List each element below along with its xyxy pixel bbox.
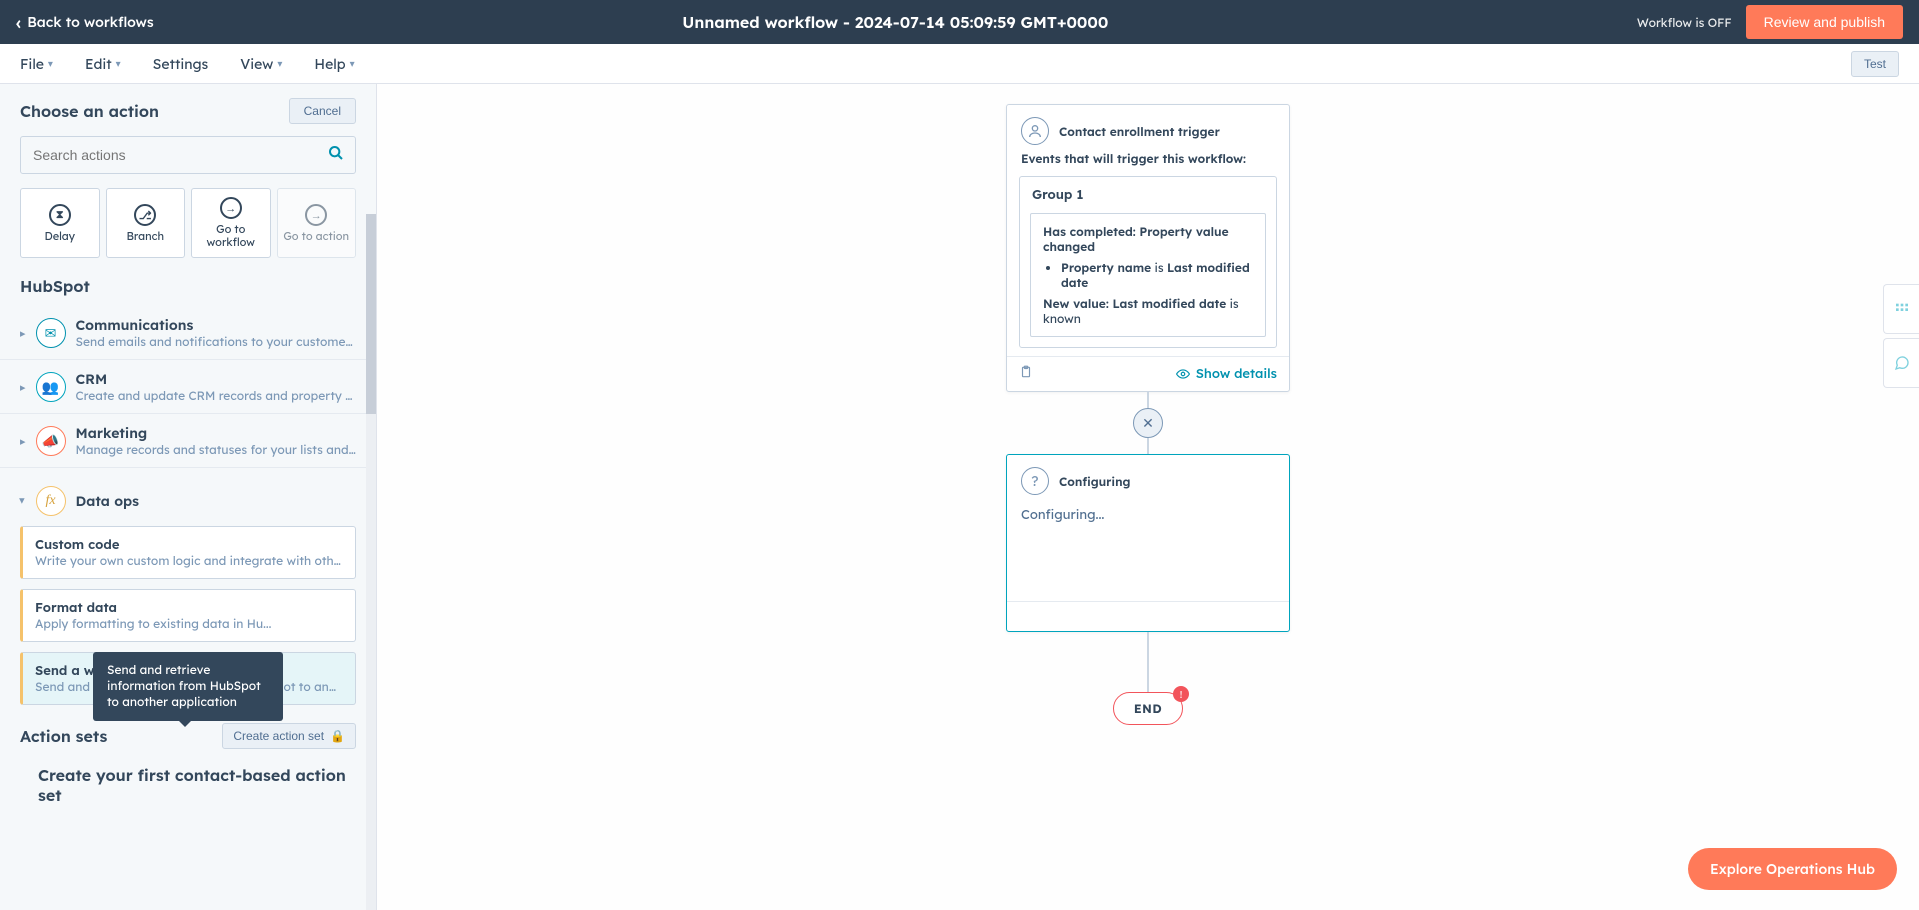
search-input[interactable] (20, 136, 356, 174)
chevron-right-icon: ▸ (20, 326, 26, 340)
action-sets-heading: Action sets (20, 726, 107, 746)
workflow-canvas[interactable]: Contact enrollment trigger Events that w… (377, 84, 1919, 910)
sidebar-title: Choose an action (20, 101, 159, 121)
quick-delay[interactable]: ⧗ Delay (20, 188, 100, 258)
chevron-down-icon: ▾ (116, 57, 121, 70)
menu-edit[interactable]: Edit▾ (85, 55, 121, 73)
workflow-status: Workflow is OFF (1637, 15, 1732, 30)
webhook-tooltip: Send and retrieve information from HubSp… (93, 652, 283, 721)
show-details-link[interactable]: Show details (1176, 366, 1277, 382)
menu-bar: File▾ Edit▾ Settings View▾ Help▾ Test (0, 44, 1919, 84)
category-data-ops-header[interactable]: ▸ fx Data ops (0, 476, 376, 526)
scrollbar-thumb[interactable] (366, 214, 376, 414)
chevron-down-icon: ▾ (350, 57, 355, 70)
delay-icon: ⧗ (49, 204, 71, 226)
chevron-right-icon: ▸ (20, 434, 26, 448)
create-action-set-button[interactable]: Create action set 🔒 (222, 723, 356, 749)
category-communications[interactable]: ▸ ✉ Communications Send emails and notif… (0, 306, 376, 360)
explore-operations-hub-button[interactable]: Explore Operations Hub (1688, 848, 1897, 890)
menu-view[interactable]: View▾ (240, 55, 282, 73)
menu-file[interactable]: File▾ (20, 55, 53, 73)
top-bar: ‹ Back to workflows Unnamed workflow - 2… (0, 0, 1919, 44)
workflow-title: Unnamed workflow - 2024-07-14 05:09:59 G… (154, 12, 1637, 32)
configuring-node[interactable]: ? Configuring Configuring... (1006, 454, 1290, 632)
cancel-button[interactable]: Cancel (289, 98, 356, 124)
quick-branch[interactable]: ⎇ Branch (106, 188, 186, 258)
quick-actions-grid: ⧗ Delay ⎇ Branch → Go to workflow → Go t… (20, 188, 356, 258)
category-crm[interactable]: ▸ 👥 CRM Create and update CRM records an… (0, 360, 376, 414)
action-custom-code[interactable]: Custom code Write your own custom logic … (20, 526, 356, 579)
chevron-left-icon: ‹ (16, 11, 21, 34)
arrow-right-icon: → (220, 197, 242, 219)
comments-button[interactable] (1883, 338, 1919, 388)
mail-icon: ✉ (36, 318, 66, 348)
enrollment-trigger-node[interactable]: Contact enrollment trigger Events that w… (1006, 104, 1290, 392)
quick-go-to-action: → Go to action (277, 188, 357, 258)
arrow-right-icon: → (305, 204, 327, 226)
chevron-down-icon: ▾ (48, 57, 53, 70)
function-icon: fx (36, 486, 66, 516)
back-label: Back to workflows (27, 13, 153, 31)
chevron-right-icon: ▸ (20, 380, 26, 394)
question-icon: ? (1021, 467, 1049, 495)
eye-icon (1176, 367, 1190, 381)
chevron-down-icon: ▾ (277, 57, 282, 70)
contact-icon (1021, 117, 1049, 145)
trigger-filter: Has completed: Property value changed Pr… (1030, 213, 1266, 337)
people-icon: 👥 (36, 372, 66, 402)
first-action-set-cta[interactable]: Create your first contact-based action s… (20, 765, 356, 805)
review-publish-button[interactable]: Review and publish (1746, 5, 1903, 39)
action-format-data[interactable]: Format data Apply formatting to existing… (20, 589, 356, 642)
branch-icon: ⎇ (134, 204, 156, 226)
action-sidebar: Choose an action Cancel ⧗ Delay ⎇ Branch (0, 84, 377, 910)
clipboard-icon[interactable] (1019, 365, 1033, 383)
test-button[interactable]: Test (1851, 51, 1899, 77)
alert-badge-icon: ! (1173, 686, 1189, 702)
group-title: Group 1 (1020, 177, 1276, 213)
lock-icon: 🔒 (330, 729, 345, 743)
search-icon[interactable] (328, 145, 344, 165)
menu-settings[interactable]: Settings (153, 55, 209, 73)
category-marketing[interactable]: ▸ 📣 Marketing Manage records and statuse… (0, 414, 376, 468)
end-node[interactable]: END ! (1113, 692, 1183, 725)
megaphone-icon: 📣 (36, 426, 66, 456)
remove-step-button[interactable]: ✕ (1133, 408, 1163, 438)
configuring-body: Configuring... (1007, 501, 1289, 593)
back-to-workflows-link[interactable]: ‹ Back to workflows (16, 11, 154, 34)
minimap-button[interactable] (1883, 284, 1919, 334)
menu-help[interactable]: Help▾ (314, 55, 354, 73)
quick-go-to-workflow[interactable]: → Go to workflow (191, 188, 271, 258)
hubspot-heading: HubSpot (20, 276, 356, 296)
chevron-down-icon: ▸ (16, 499, 30, 505)
